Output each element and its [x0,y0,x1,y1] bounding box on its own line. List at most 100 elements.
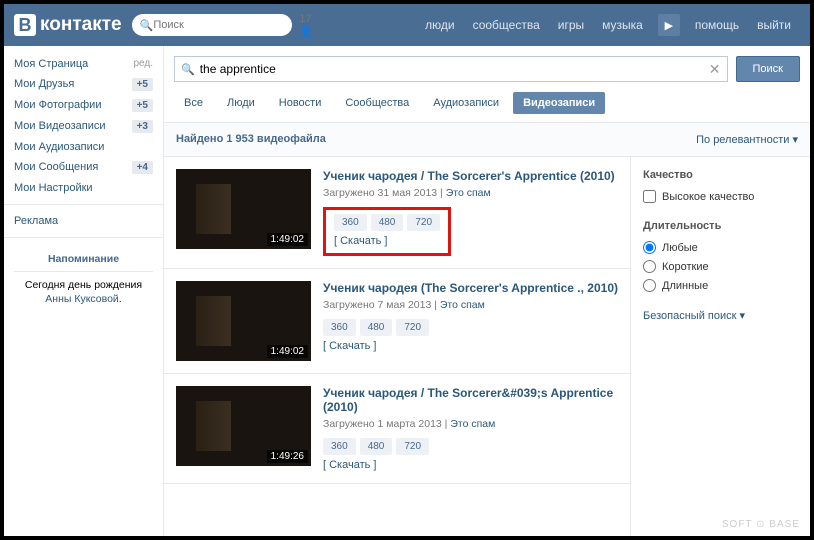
download-link[interactable]: [ Скачать ] [323,340,376,352]
quality-row: 360 480 720 [323,438,618,455]
search-row: 🔍 ✕ Поиск [164,46,810,92]
nav-logout[interactable]: выйти [748,4,800,46]
search-box: 🔍 ✕ [174,56,728,82]
results-header: Найдено 1 953 видеофайла По релевантност… [164,123,810,157]
clear-icon[interactable]: ✕ [709,61,721,78]
search-button[interactable]: Поиск [736,56,800,82]
nav-communities[interactable]: сообщества [464,4,549,46]
download-link[interactable]: [ Скачать ] [323,459,376,471]
sidebar-messages[interactable]: Мои Сообщения +4 [4,157,163,178]
sort-dropdown[interactable]: По релевантности ▾ [696,133,798,146]
upload-date: Загружено 31 мая 2013 [323,187,437,199]
tab-all[interactable]: Все [174,92,213,114]
tab-news[interactable]: Новости [269,92,332,114]
video-meta: Загружено 7 мая 2013 | Это спам [323,299,618,311]
sidebar-item-label: Реклама [14,215,58,227]
edit-link[interactable]: ред. [133,58,153,70]
reminder-link[interactable]: Анны Куксовой [45,293,119,305]
play-icon[interactable]: ▶ [658,14,680,36]
watermark: SOFT ⊙ BASE [722,519,800,530]
video-list: 1:49:02 Ученик чародея / The Sorcerer's … [164,157,630,536]
safe-search-toggle[interactable]: Безопасный поиск ▾ [643,309,798,322]
quality-360[interactable]: 360 [323,319,356,336]
header-search[interactable]: 🔍 17 👤 [132,14,292,36]
filter-hq[interactable]: Высокое качество [643,187,798,206]
nav-music[interactable]: музыка [593,4,652,46]
count-badge: +3 [132,120,153,133]
filter-label: Любые [662,242,698,254]
sidebar-ads[interactable]: Реклама [4,211,163,231]
filter-label: Короткие [662,261,709,273]
filters-panel: Качество Высокое качество Длительность Л… [630,157,810,536]
quality-480[interactable]: 480 [371,214,404,231]
sidebar-item-label: Мои Фотографии [14,99,101,112]
reminder-title: Напоминание [14,252,153,272]
video-info: Ученик чародея / The Sorcerer's Apprenti… [323,169,618,256]
video-duration: 1:49:02 [267,233,308,246]
sidebar-friends[interactable]: Мои Друзья +5 [4,74,163,95]
spam-link[interactable]: Это спам [440,299,485,311]
spam-link[interactable]: Это спам [446,187,491,199]
sidebar-item-label: Мои Аудиозаписи [14,141,104,153]
sidebar-videos[interactable]: Мои Видеозаписи +3 [4,116,163,137]
search-input[interactable] [200,62,709,76]
sidebar-my-page[interactable]: Моя Страница ред. [4,54,163,74]
quality-row: 360 480 720 [323,319,618,336]
results-count: Найдено 1 953 видеофайла [176,133,326,146]
sidebar-settings[interactable]: Мои Настройки [4,178,163,198]
nav-games[interactable]: игры [549,4,593,46]
nav-people[interactable]: люди [416,4,463,46]
quality-360[interactable]: 360 [334,214,367,231]
filter-duration-any[interactable]: Любые [643,238,798,257]
quality-720[interactable]: 720 [407,214,440,231]
tab-audio[interactable]: Аудиозаписи [423,92,509,114]
video-title[interactable]: Ученик чародея (The Sorcerer's Apprentic… [323,281,618,295]
upload-date: Загружено 7 мая 2013 [323,299,431,311]
video-thumbnail[interactable]: 1:49:02 [176,169,311,249]
count-badge: +5 [132,99,153,112]
video-info: Ученик чародея (The Sorcerer's Apprentic… [323,281,618,361]
filter-duration-short[interactable]: Короткие [643,257,798,276]
sidebar-item-label: Мои Настройки [14,182,93,194]
radio-long[interactable] [643,279,656,292]
header-search-input[interactable] [153,19,295,31]
quality-720[interactable]: 720 [396,319,429,336]
video-title[interactable]: Ученик чародея / The Sorcerer's Apprenti… [323,169,618,183]
sidebar: Моя Страница ред. Мои Друзья +5 Мои Фото… [4,46,164,536]
filter-label: Высокое качество [662,191,754,203]
checkbox-hq[interactable] [643,190,656,203]
radio-any[interactable] [643,241,656,254]
upload-date: Загружено 1 марта 2013 [323,418,442,430]
tab-people[interactable]: Люди [217,92,265,114]
video-meta: Загружено 31 мая 2013 | Это спам [323,187,618,199]
content: 1:49:02 Ученик чародея / The Sorcerer's … [164,157,810,536]
quality-480[interactable]: 480 [360,438,393,455]
video-item: 1:49:26 Ученик чародея / The Sorcerer&#0… [164,374,630,484]
spam-link[interactable]: Это спам [450,418,495,430]
quality-480[interactable]: 480 [360,319,393,336]
logo-icon: В [14,14,36,36]
video-thumbnail[interactable]: 1:49:26 [176,386,311,466]
video-info: Ученик чародея / The Sorcerer&#039;s App… [323,386,618,471]
header: В контакте 🔍 17 👤 люди сообщества игры м… [4,4,810,46]
logo[interactable]: В контакте [14,14,122,36]
notification-count[interactable]: 17 👤 [299,13,313,38]
filter-title: Длительность [643,220,798,232]
sidebar-item-label: Моя Страница [14,58,88,70]
video-duration: 1:49:26 [267,450,308,463]
video-title[interactable]: Ученик чародея / The Sorcerer&#039;s App… [323,386,618,414]
divider [4,204,163,205]
search-icon: 🔍 [140,19,154,32]
filter-duration-long[interactable]: Длинные [643,276,798,295]
nav-help[interactable]: помощь [686,4,748,46]
quality-360[interactable]: 360 [323,438,356,455]
radio-short[interactable] [643,260,656,273]
download-link[interactable]: [ Скачать ] [334,235,387,247]
sidebar-audio[interactable]: Мои Аудиозаписи [4,137,163,157]
quality-720[interactable]: 720 [396,438,429,455]
tab-video[interactable]: Видеозаписи [513,92,605,114]
sidebar-photos[interactable]: Мои Фотографии +5 [4,95,163,116]
video-thumbnail[interactable]: 1:49:02 [176,281,311,361]
tab-communities[interactable]: Сообщества [335,92,419,114]
logo-text: контакте [40,14,122,36]
